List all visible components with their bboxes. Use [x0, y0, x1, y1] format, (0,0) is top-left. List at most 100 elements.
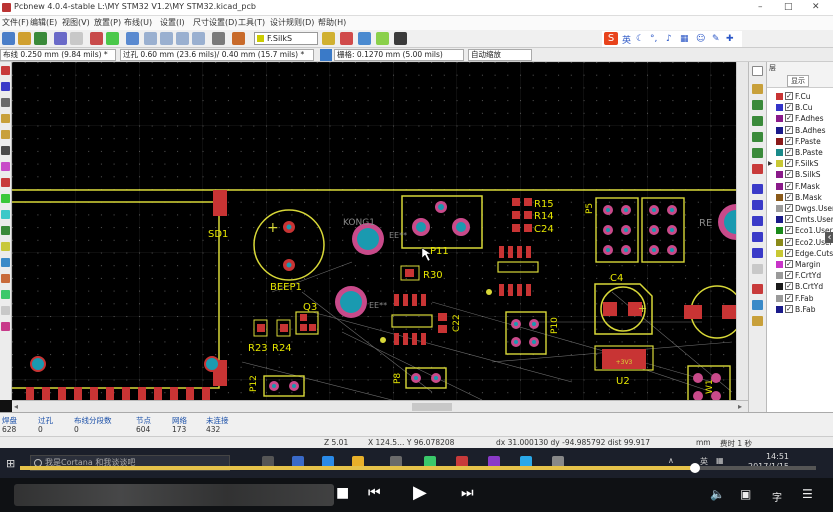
ratsnest-icon[interactable] — [1, 162, 10, 171]
scripting-icon[interactable] — [394, 32, 407, 45]
netlist-icon[interactable] — [212, 32, 225, 45]
layer-row[interactable]: ✓ F.Cu — [767, 91, 833, 102]
layer-color-swatch[interactable] — [776, 171, 783, 179]
layer-row[interactable]: ✓ F.Paste — [767, 136, 833, 147]
open-icon[interactable] — [18, 32, 31, 45]
layer-visibility-checkbox[interactable]: ✓ — [785, 215, 793, 224]
fullscreen-icon[interactable]: ▣ — [740, 487, 751, 501]
layer-row[interactable]: ✓ F.Fab — [767, 293, 833, 304]
minimize-button[interactable]: – — [758, 2, 763, 12]
autodelete-track-icon[interactable] — [1, 194, 10, 203]
grid-origin-icon[interactable] — [752, 316, 763, 326]
layer-color-swatch[interactable] — [776, 249, 783, 257]
layer-color-swatch[interactable] — [776, 227, 783, 235]
layer-visibility-checkbox[interactable]: ✓ — [785, 136, 793, 145]
ime-moon-icon[interactable]: ☾ — [636, 34, 644, 44]
stop-icon[interactable]: ■ — [336, 485, 349, 501]
zoom-select[interactable]: 自动缩放 — [468, 49, 532, 61]
menu-design-rules[interactable]: 设计规则(D) — [270, 17, 314, 28]
layer-visibility-checkbox[interactable]: ✓ — [785, 282, 793, 291]
vertical-scrollbar[interactable] — [736, 62, 748, 400]
search-icon[interactable] — [126, 32, 139, 45]
layer-color-swatch[interactable] — [776, 149, 783, 156]
layer-visibility-checkbox[interactable]: ✓ — [785, 204, 793, 212]
scroll-right-icon[interactable]: ▸ — [738, 402, 742, 411]
module-ratsnest-icon[interactable] — [1, 178, 10, 187]
add-via-icon[interactable] — [752, 148, 763, 158]
layer-color-swatch[interactable] — [776, 137, 783, 145]
zoom-fit-icon[interactable] — [192, 32, 205, 45]
add-target-icon[interactable] — [752, 264, 763, 274]
high-contrast-icon[interactable] — [1, 290, 10, 299]
layer-visibility-checkbox[interactable]: ✓ — [785, 114, 793, 123]
menu-file[interactable]: 文件(F) — [2, 17, 29, 28]
drc-off-icon[interactable] — [1, 66, 10, 75]
drc-icon[interactable] — [232, 32, 245, 45]
add-arc-icon[interactable] — [752, 216, 763, 226]
cursor-shape-icon[interactable] — [1, 146, 10, 155]
layer-row[interactable]: ✓ Dwgs.User — [767, 203, 833, 214]
print-icon[interactable] — [70, 32, 83, 45]
add-zone-icon[interactable] — [752, 164, 763, 174]
close-button[interactable]: ✕ — [812, 2, 820, 12]
layer-row[interactable]: ✓ B.CrtYd — [767, 281, 833, 292]
pcb-drawing[interactable]: + + +3V3 SD1 BEEP1 KONG1 P11 R30 R15 R14… — [12, 62, 736, 400]
drill-origin-icon[interactable] — [752, 300, 763, 310]
track-width-select[interactable]: 布线 0.250 mm (9.84 mils) * — [0, 49, 116, 61]
interactive-router-icon[interactable] — [358, 32, 371, 45]
layer-color-swatch[interactable] — [776, 193, 783, 201]
add-dimension-icon[interactable] — [752, 248, 763, 258]
layer-row[interactable]: ✓ Eco2.User — [767, 237, 833, 248]
scroll-left-icon[interactable]: ◂ — [14, 402, 18, 411]
mode-track-icon[interactable] — [376, 32, 389, 45]
layer-row[interactable]: ✓ Margin — [767, 259, 833, 270]
menu-view[interactable]: 视图(V) — [62, 17, 90, 28]
ime-tools-icon[interactable]: ✚ — [726, 34, 734, 44]
layer-color-swatch[interactable] — [776, 126, 783, 134]
layer-row[interactable]: ✓ Edge.Cuts — [767, 248, 833, 259]
layer-color-swatch[interactable] — [776, 182, 783, 190]
playlist-icon[interactable]: ☰ — [802, 487, 813, 501]
menu-settings[interactable]: 设置(I) — [160, 17, 185, 28]
ime-lang-toggle[interactable]: 英 — [622, 33, 631, 46]
layer-color-swatch[interactable] — [776, 272, 783, 280]
add-text-icon[interactable] — [752, 232, 763, 242]
footprint-u2[interactable]: +3V3 — [594, 345, 654, 371]
layer-row[interactable]: ✓ Eco1.User — [767, 225, 833, 236]
zone-outline-icon[interactable] — [1, 226, 10, 235]
layer-selector[interactable]: F.SilkS — [254, 32, 318, 45]
layer-visibility-checkbox[interactable]: ✓ — [785, 181, 793, 190]
layer-visibility-checkbox[interactable]: ✓ — [785, 293, 793, 302]
layer-color-swatch[interactable] — [776, 305, 783, 313]
ime-user-icon[interactable]: ☺ — [696, 34, 705, 44]
units-mm-icon[interactable] — [1, 130, 10, 139]
menu-place[interactable]: 放置(P) — [94, 17, 121, 28]
layer-visibility-checkbox[interactable]: ✓ — [785, 271, 793, 280]
layer-visibility-checkbox[interactable]: ✓ — [785, 125, 793, 134]
menu-tools[interactable]: 工具(T) — [238, 17, 265, 28]
previous-icon[interactable]: ⏮ — [368, 485, 381, 501]
menu-help[interactable]: 帮助(H) — [318, 17, 346, 28]
pad-sketch-icon[interactable] — [1, 242, 10, 251]
layer-row[interactable]: ✓ B.Mask — [767, 192, 833, 203]
layer-color-swatch[interactable] — [776, 261, 783, 268]
layer-row[interactable]: ✓ B.Adhes — [767, 125, 833, 136]
layer-visibility-checkbox[interactable]: ✓ — [785, 260, 793, 268]
layer-visibility-checkbox[interactable]: ✓ — [785, 304, 793, 313]
layer-row[interactable]: ✓ B.Fab — [767, 304, 833, 315]
layer-color-swatch[interactable] — [776, 283, 783, 291]
ime-skin-icon[interactable]: ✎ — [712, 34, 720, 44]
tab-render[interactable]: 显示 — [787, 75, 809, 87]
layer-visibility-checkbox[interactable]: ✓ — [785, 92, 793, 100]
layer-row[interactable]: ✓ B.Paste — [767, 147, 833, 158]
zoom-in-icon[interactable] — [144, 32, 157, 45]
ime-punct-icon[interactable]: °, — [650, 34, 657, 44]
layer-row[interactable]: ✓ B.SilkS — [767, 169, 833, 180]
tray-keyboard-icon[interactable]: ▦ — [716, 456, 724, 465]
layer-color-swatch[interactable] — [776, 104, 783, 112]
local-ratsnest-icon[interactable] — [752, 100, 763, 110]
ime-keyboard-icon[interactable]: ▦ — [680, 34, 689, 44]
add-footprint-icon[interactable] — [752, 116, 763, 126]
layer-visibility-checkbox[interactable]: ✓ — [785, 192, 793, 201]
pcb-canvas[interactable]: + + +3V3 SD1 BEEP1 KONG1 P11 R30 R15 R14… — [12, 62, 736, 400]
